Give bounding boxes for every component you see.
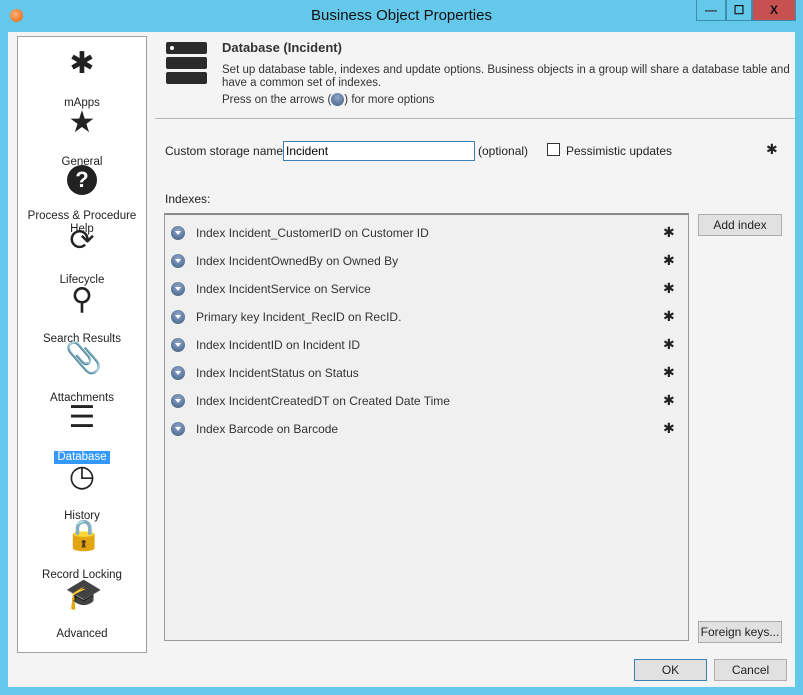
index-name: Index IncidentOwnedBy on Owned By: [196, 254, 399, 268]
sidebar-item-lifecycle[interactable]: ⟳ Lifecycle: [18, 220, 146, 286]
minimize-button[interactable]: —: [696, 0, 726, 21]
window-title: Business Object Properties: [311, 7, 492, 24]
expand-arrow-icon[interactable]: [171, 394, 185, 408]
expand-arrow-icon[interactable]: [171, 338, 185, 352]
sidebar: ✱ mApps ★ General? Process & Procedure Help ⟳…: [17, 36, 147, 653]
expand-arrow-icon[interactable]: [171, 282, 185, 296]
index-row: Index IncidentID on Incident ID ✱: [171, 335, 681, 355]
graduation-cap-icon: 🎓: [65, 578, 103, 611]
index-row: Index Barcode on Barcode ✱: [171, 419, 681, 439]
sidebar-item-label: Advanced: [56, 628, 108, 640]
sidebar-item-record-locking[interactable]: 🔒 Record Locking: [18, 515, 146, 581]
indexes-list: Index Incident_CustomerID on Customer ID…: [164, 213, 689, 641]
hint-before: Press on the arrows (: [222, 94, 332, 106]
hint-after: ) for more options: [344, 94, 435, 106]
storage-name-input[interactable]: [283, 141, 475, 161]
storage-name-label: Custom storage name:: [165, 144, 287, 158]
indexes-label: Indexes:: [165, 192, 211, 206]
sidebar-item-advanced[interactable]: 🎓 Advanced: [18, 574, 146, 640]
paperclip-icon: 📎: [65, 342, 103, 375]
index-name: Index IncidentID on Incident ID: [196, 338, 361, 352]
page-description: Set up database table, indexes and updat…: [222, 64, 790, 89]
optional-label: (optional): [478, 144, 529, 158]
pessimistic-updates-checkbox[interactable]: [547, 143, 560, 156]
sidebar-item-process-procedure-help[interactable]: ? Process & Procedure Help: [18, 161, 146, 235]
puzzle-options-icon[interactable]: ✱: [663, 392, 675, 409]
expand-arrow-icon[interactable]: [171, 310, 185, 324]
index-name: Index Barcode on Barcode: [196, 422, 339, 436]
refresh-icon: ⟳: [69, 224, 95, 257]
history-icon: ◷: [68, 460, 96, 493]
page-title: Database (Incident): [222, 40, 342, 55]
expand-arrow-icon: [331, 93, 345, 106]
sidebar-item-database[interactable]: ☰ Database: [18, 397, 146, 464]
puzzle-options-icon[interactable]: ✱: [663, 364, 675, 381]
separator: [155, 118, 795, 119]
index-name: Primary key Incident_RecID on RecID.: [196, 310, 402, 324]
cancel-button[interactable]: Cancel: [714, 659, 787, 681]
index-row: Index IncidentOwnedBy on Owned By ✱: [171, 251, 681, 271]
sidebar-item-history[interactable]: ◷ History: [18, 456, 146, 522]
ok-button[interactable]: OK: [634, 659, 707, 681]
add-index-button[interactable]: Add index: [698, 214, 782, 236]
database-icon: ☰: [68, 401, 96, 434]
index-name: Index IncidentCreatedDT on Created Date …: [196, 394, 450, 408]
maximize-button[interactable]: ☐: [726, 0, 752, 21]
foreign-keys-button[interactable]: Foreign keys...: [698, 621, 782, 643]
expand-arrow-icon[interactable]: [171, 254, 185, 268]
puzzle-options-icon[interactable]: ✱: [766, 141, 778, 158]
database-header-icon: [166, 42, 207, 84]
expand-arrow-icon[interactable]: [171, 366, 185, 380]
close-button[interactable]: X: [752, 0, 796, 21]
sidebar-item-search-results[interactable]: ⚲ Search Results: [18, 279, 146, 345]
sidebar-item-general[interactable]: ★ General: [18, 102, 146, 168]
index-row: Index Incident_CustomerID on Customer ID…: [171, 223, 681, 243]
star-icon: ★: [68, 106, 96, 139]
puzzle-options-icon[interactable]: ✱: [663, 336, 675, 353]
puzzle-icon: ✱: [69, 47, 95, 80]
expand-arrow-icon[interactable]: [171, 422, 185, 436]
puzzle-options-icon[interactable]: ✱: [663, 308, 675, 325]
puzzle-options-icon[interactable]: ✱: [663, 224, 675, 241]
pessimistic-updates-label: Pessimistic updates: [566, 144, 673, 158]
lock-icon: 🔒: [65, 519, 103, 552]
puzzle-options-icon[interactable]: ✱: [663, 420, 675, 437]
puzzle-options-icon[interactable]: ✱: [663, 252, 675, 269]
index-row: Index IncidentStatus on Status ✱: [171, 363, 681, 383]
sidebar-item-mapps[interactable]: ✱ mApps: [18, 43, 146, 109]
index-name: Index IncidentStatus on Status: [196, 366, 359, 380]
expand-arrow-icon[interactable]: [171, 226, 185, 240]
hint-text: Press on the arrows ( ) for more options: [222, 93, 434, 106]
index-row: Index IncidentCreatedDT on Created Date …: [171, 391, 681, 411]
index-name: Index Incident_CustomerID on Customer ID: [196, 226, 429, 240]
puzzle-options-icon[interactable]: ✱: [663, 280, 675, 297]
sidebar-item-attachments[interactable]: 📎 Attachments: [18, 338, 146, 404]
help-icon: ?: [67, 165, 97, 195]
index-row: Primary key Incident_RecID on RecID. ✱: [171, 307, 681, 327]
index-row: Index IncidentService on Service ✱: [171, 279, 681, 299]
search-icon: ⚲: [71, 283, 93, 316]
index-name: Index IncidentService on Service: [196, 282, 371, 296]
